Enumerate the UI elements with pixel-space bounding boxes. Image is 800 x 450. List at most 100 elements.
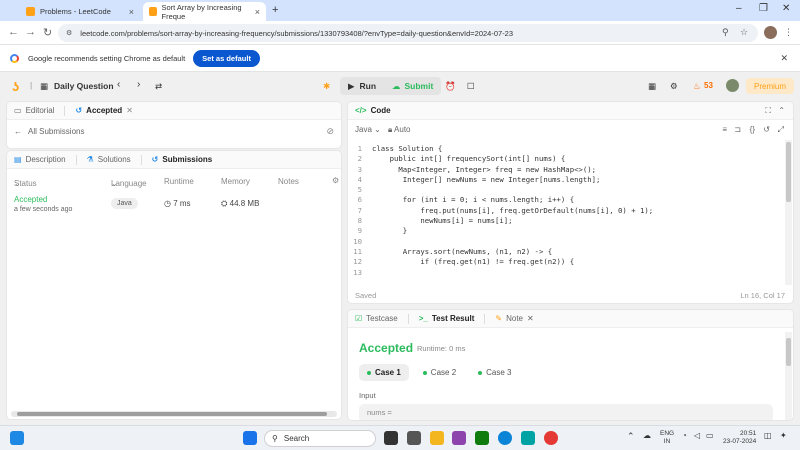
bookmark-star-icon[interactable]: ☆	[740, 27, 748, 38]
layout-grid-icon[interactable]: ▦	[648, 81, 656, 92]
run-button[interactable]: ▶ Run	[340, 77, 385, 95]
format-icon[interactable]: ≡	[722, 125, 727, 134]
input-language[interactable]: ENG IN	[660, 430, 674, 446]
tab-code[interactable]: </> Code	[355, 106, 391, 115]
user-avatar[interactable]	[726, 79, 739, 92]
window-close-icon[interactable]: ✕	[782, 3, 790, 14]
tab-note[interactable]: ✎ Note ✕	[495, 314, 533, 323]
tab-test-result[interactable]: >_ Test Result	[419, 314, 475, 323]
cursor-position: Ln 16, Col 17	[740, 291, 785, 300]
bookmark-icon[interactable]: ⊐	[734, 125, 741, 134]
notification-icon[interactable]: ◫	[764, 432, 772, 440]
battery-icon[interactable]: ▭	[706, 432, 714, 440]
xbox-icon[interactable]	[475, 431, 489, 445]
chevron-up-icon[interactable]: ⌃	[778, 106, 785, 115]
vertical-scrollbar[interactable]	[785, 140, 792, 285]
prev-question-icon[interactable]: ‹	[117, 79, 120, 90]
code-line: }	[372, 226, 408, 236]
banner-close-icon[interactable]: ✕	[780, 53, 788, 64]
table-row[interactable]: Accepted a few seconds ago Java ◷ 7 ms ⛭…	[7, 195, 341, 221]
cloud-icon[interactable]: ☁	[643, 432, 651, 440]
auto-mode-toggle[interactable]: 🔒︎ Auto	[388, 125, 411, 135]
case-tab-1[interactable]: Case 1	[359, 364, 409, 381]
app-icon[interactable]	[521, 431, 535, 445]
file-explorer-icon[interactable]	[430, 431, 444, 445]
scrollbar-thumb[interactable]	[786, 338, 791, 366]
close-tab-icon[interactable]: ✕	[527, 314, 534, 323]
profile-avatar[interactable]	[764, 26, 777, 39]
restore-icon[interactable]: ❐	[759, 3, 768, 14]
app-icon[interactable]	[407, 431, 421, 445]
tab-accepted[interactable]: ↺ Accepted ✕	[75, 106, 132, 115]
braces-icon[interactable]: {}	[750, 125, 755, 134]
status-accepted[interactable]: Accepted	[14, 195, 47, 204]
vertical-scrollbar[interactable]	[785, 332, 792, 420]
reset-icon[interactable]: ↺	[763, 125, 770, 134]
shuffle-icon[interactable]: ⇄	[155, 81, 162, 92]
line-number: 2	[357, 154, 362, 164]
mode-label: Auto	[394, 125, 411, 134]
streak-count[interactable]: 53	[704, 81, 713, 90]
windows-start-icon[interactable]	[243, 431, 257, 445]
zoom-icon[interactable]: ⚲	[722, 27, 729, 38]
case-tab-2[interactable]: Case 2	[415, 364, 464, 381]
new-tab-icon[interactable]: +	[272, 4, 278, 16]
settings-gear-icon[interactable]: ⚙	[670, 81, 678, 92]
back-icon[interactable]: ←	[8, 26, 19, 38]
language-label: Java	[355, 125, 372, 134]
language-select[interactable]: Java ⌄	[355, 125, 381, 134]
tab-editorial[interactable]: ▭ Editorial	[14, 106, 54, 115]
chrome-icon[interactable]	[544, 431, 558, 445]
volume-icon[interactable]: ◁	[694, 432, 700, 440]
debugger-icon[interactable]: ✱	[323, 81, 330, 92]
share-link-icon[interactable]: ⊘	[326, 126, 334, 137]
tab-testcase[interactable]: ☑ Testcase	[355, 314, 398, 323]
browser-tab-sort-array[interactable]: Sort Array by Increasing Freque ×	[143, 2, 266, 21]
horizontal-scrollbar[interactable]	[11, 411, 337, 417]
widgets-icon[interactable]	[10, 431, 24, 445]
chrome-menu-icon[interactable]: ⋮	[784, 27, 793, 38]
calendar-icon[interactable]: ▦	[40, 81, 48, 92]
note-icon[interactable]: ☐	[467, 81, 475, 92]
code-editor[interactable]: 1 class Solution { 2 public int[] frequen…	[348, 144, 786, 280]
alarm-icon[interactable]: ⏰	[445, 81, 456, 92]
tab-label: Accepted	[86, 106, 123, 115]
daily-question-link[interactable]: Daily Question	[54, 81, 114, 91]
leetcode-logo-icon[interactable]: ʖ	[12, 79, 19, 94]
wifi-icon[interactable]: ◔	[682, 432, 687, 440]
chevron-up-icon[interactable]: ⌃	[627, 432, 635, 441]
browser-tab-problems[interactable]: Problems - LeetCode ×	[20, 2, 140, 21]
system-clock[interactable]: 20:51 23-07-2024	[723, 430, 756, 446]
all-submissions-link[interactable]: ← All Submissions	[14, 127, 84, 136]
minimize-icon[interactable]: –	[736, 3, 742, 14]
submit-button[interactable]: ☁ Submit	[384, 77, 442, 95]
maximize-icon[interactable]: ⛶	[765, 106, 771, 116]
set-as-default-button[interactable]: Set as default	[193, 49, 260, 67]
premium-button[interactable]: Premium	[746, 78, 795, 94]
scrollbar-thumb[interactable]	[786, 142, 791, 202]
taskbar-search[interactable]: ⚲ Search	[264, 430, 376, 447]
fullscreen-icon[interactable]: ⤢	[778, 125, 784, 135]
lang-top: ENG	[660, 430, 675, 437]
settings-gear-icon[interactable]: ⚙	[332, 176, 339, 185]
next-question-icon[interactable]: ›	[137, 79, 140, 90]
reload-icon[interactable]: ↻	[43, 26, 52, 39]
tab-solutions[interactable]: ⚗ Solutions	[87, 155, 131, 164]
close-tab-icon[interactable]: ×	[255, 7, 260, 17]
tab-submissions[interactable]: ↺ Submissions	[152, 155, 213, 164]
close-tab-icon[interactable]: ✕	[126, 106, 133, 115]
edge-icon[interactable]	[498, 431, 512, 445]
close-tab-icon[interactable]: ×	[129, 7, 134, 17]
windows-taskbar: ⚲ Search ⌃ ☁ ENG IN ◔ ◁ ▭ 20:51 23-07-20…	[0, 425, 800, 450]
copilot-icon[interactable]: ✦	[780, 432, 787, 440]
forward-icon[interactable]: →	[25, 26, 36, 38]
checkbox-icon: ☑	[355, 314, 363, 323]
scrollbar-thumb[interactable]	[17, 412, 327, 416]
case-tab-3[interactable]: Case 3	[470, 364, 519, 381]
tab-label: Code	[370, 106, 391, 115]
site-info-icon[interactable]: ⚙	[66, 29, 72, 37]
tab-description[interactable]: ▤ Description	[14, 155, 66, 164]
app-icon[interactable]	[452, 431, 466, 445]
url-input[interactable]: ⚙ leetcode.com/problems/sort-array-by-in…	[58, 24, 758, 42]
task-view-icon[interactable]	[384, 431, 398, 445]
